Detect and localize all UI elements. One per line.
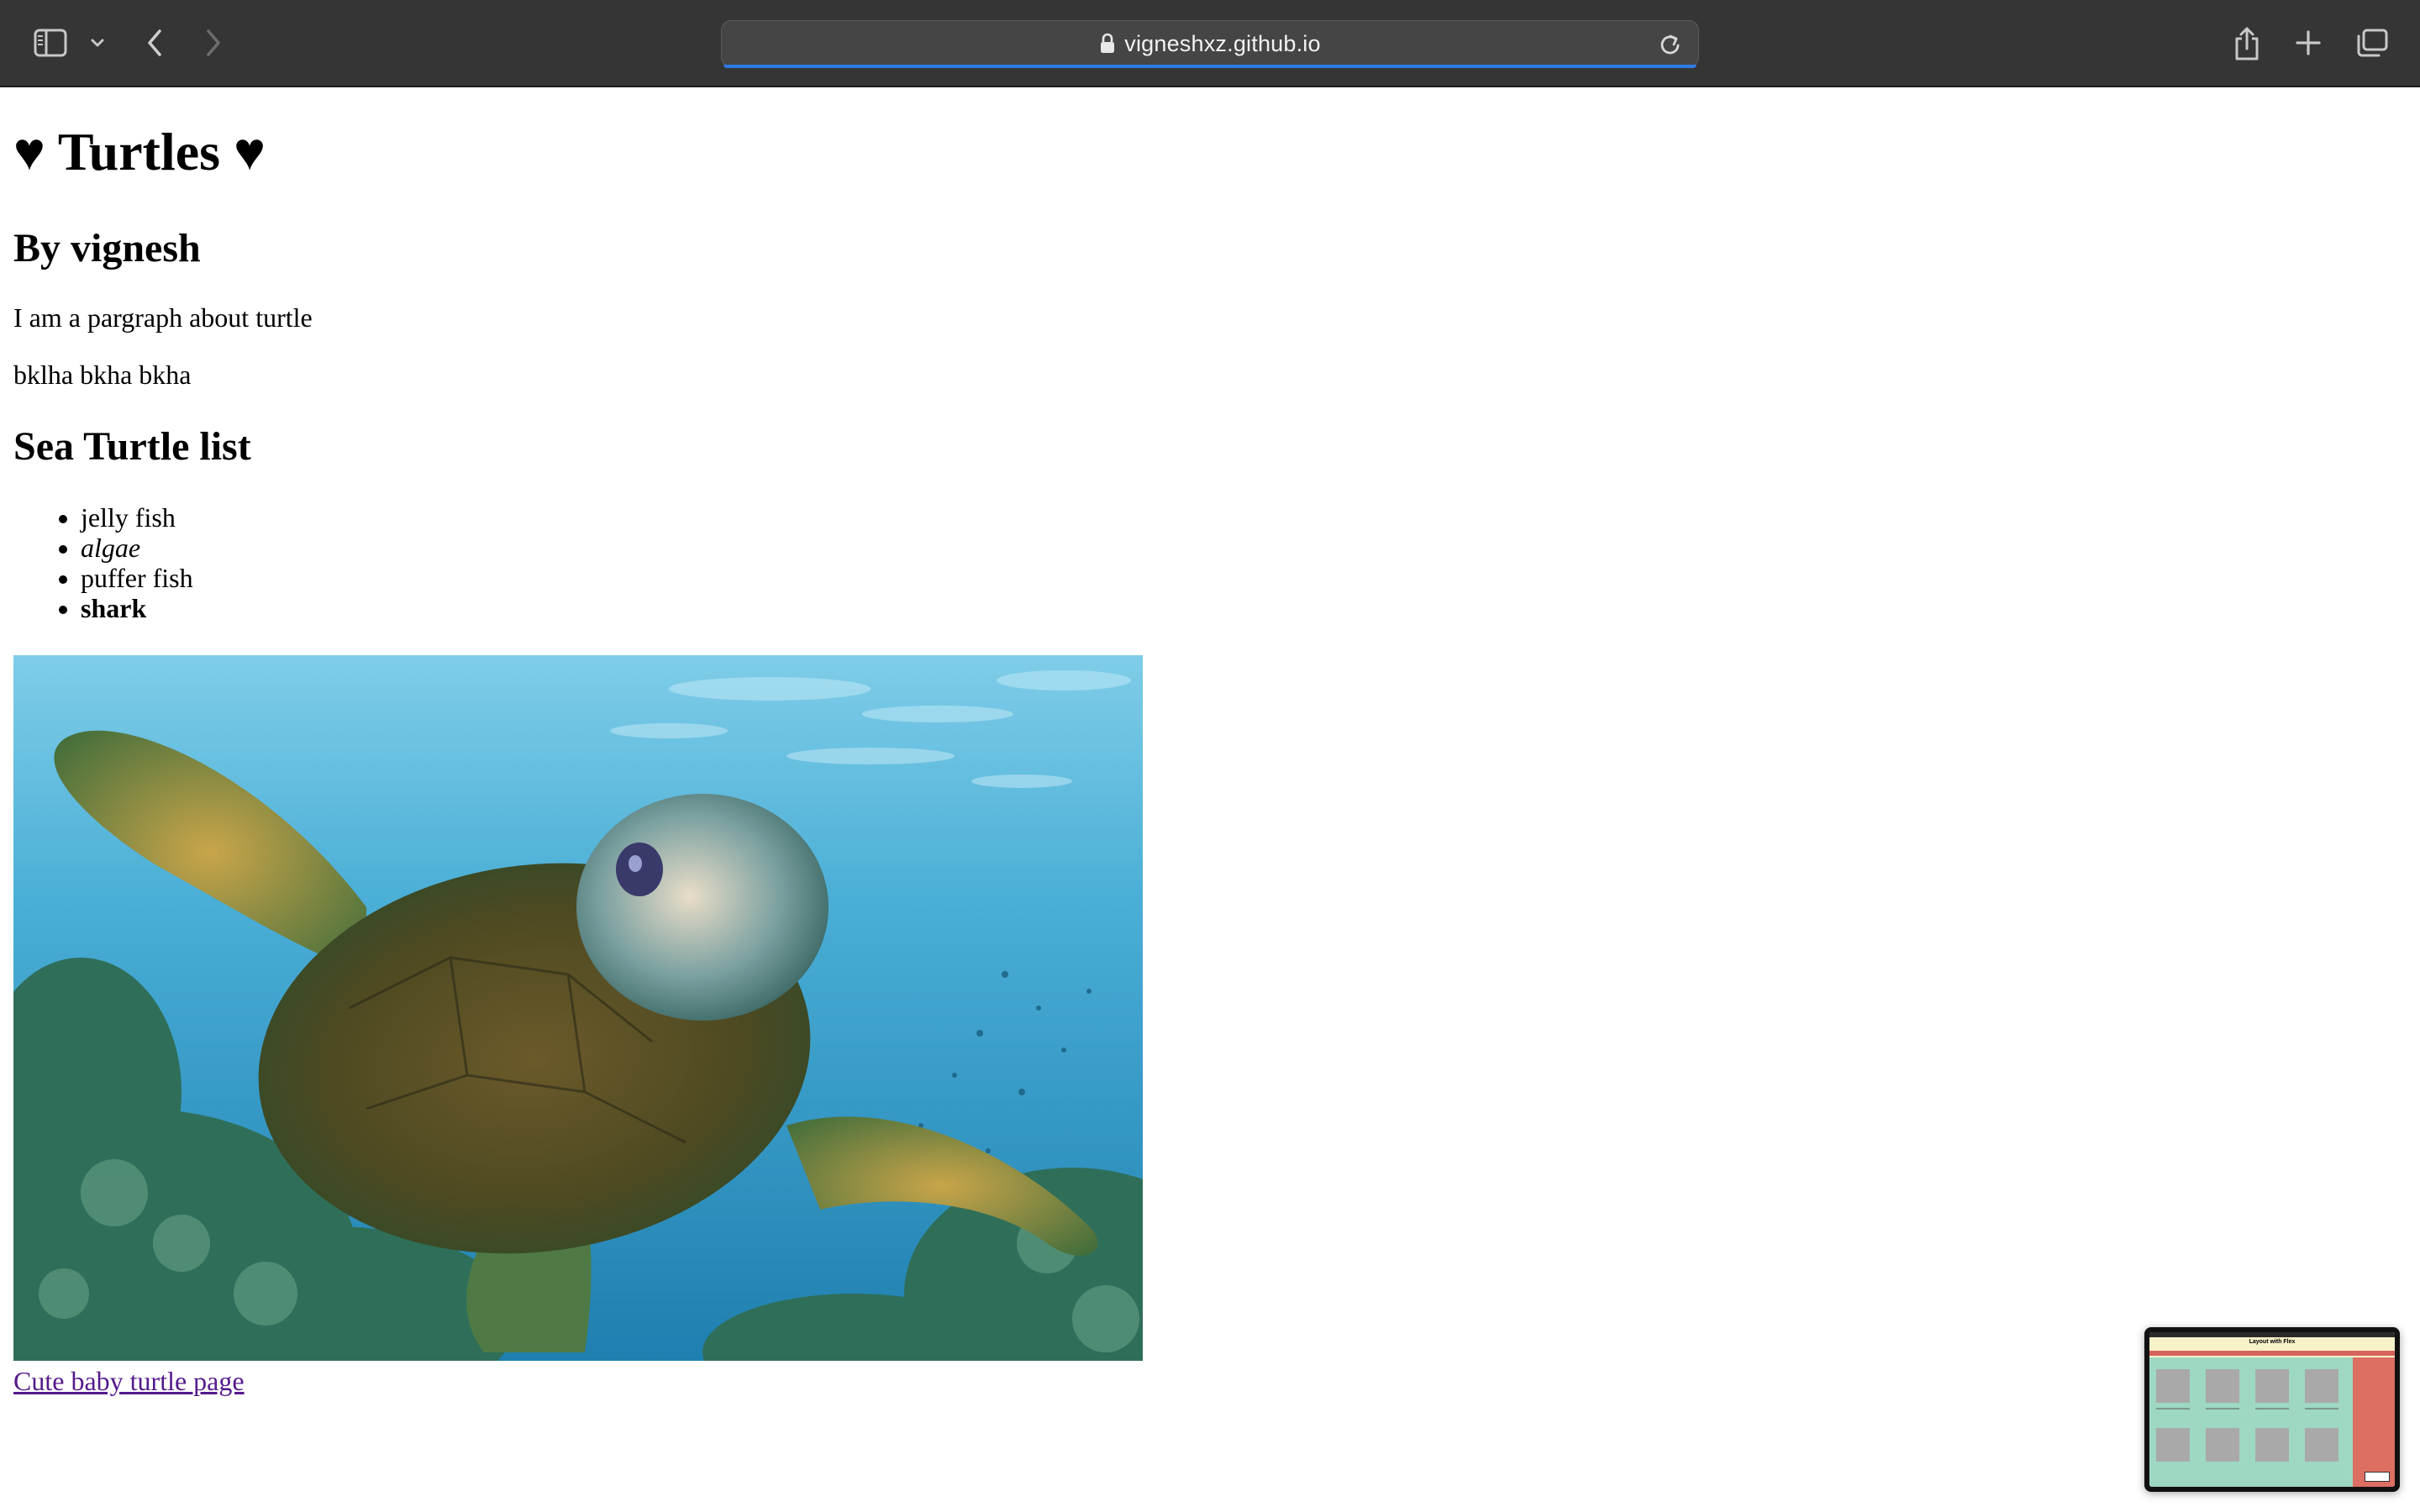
preview-card (2156, 1369, 2190, 1403)
list-item-text: algae (81, 533, 141, 563)
preview-title: Layout with Flex (2249, 1339, 2296, 1345)
chevron-right-icon[interactable] (198, 24, 229, 62)
paragraph-filler: bklha bkha bkha (13, 360, 192, 390)
url-text: vigneshxz.github.io (1124, 30, 1321, 56)
list-heading: Sea Turtle list (13, 424, 251, 469)
browser-toolbar: vigneshxz.github.io (0, 0, 2420, 87)
preview-button (2365, 1472, 2390, 1482)
baby-turtle-page-link[interactable]: Cute baby turtle page (13, 1366, 245, 1397)
chevron-down-icon[interactable] (87, 30, 108, 55)
lock-icon (1101, 33, 1115, 53)
reload-icon[interactable] (1658, 31, 1683, 58)
list-item-text: puffer fish (81, 563, 193, 593)
preview-card (2206, 1428, 2239, 1462)
list-item: shark (81, 593, 193, 623)
page-preview-thumbnail[interactable]: Layout with Flex (2144, 1327, 2400, 1492)
paragraph-about-turtle: I am a pargraph about turtle (13, 302, 313, 333)
sea-turtle-photo (13, 655, 1143, 1361)
plus-icon[interactable] (2291, 25, 2326, 60)
tabs-icon[interactable] (2353, 25, 2391, 60)
preview-caption (2206, 1408, 2239, 1410)
preview-card (2206, 1369, 2239, 1403)
preview-card (2305, 1369, 2338, 1403)
page-title: ♥ Turtles ♥ (13, 122, 266, 181)
preview-main (2149, 1357, 2353, 1487)
list-item: algae (81, 533, 193, 563)
share-icon[interactable] (2228, 24, 2265, 64)
preview-sidebar (2353, 1357, 2395, 1487)
byline-heading: By vignesh (13, 226, 201, 270)
sea-turtle-list: jelly fish algae puffer fish shark (81, 502, 193, 623)
preview-card (2255, 1428, 2289, 1462)
list-item-text: shark (81, 593, 147, 623)
preview-card (2156, 1428, 2190, 1462)
preview-caption (2255, 1408, 2289, 1410)
preview-caption (2305, 1408, 2338, 1410)
list-item-text: jelly fish (81, 502, 176, 533)
address-bar[interactable]: vigneshxz.github.io (721, 20, 1699, 68)
preview-caption (2156, 1408, 2190, 1410)
preview-card (2255, 1369, 2289, 1403)
list-item: puffer fish (81, 563, 193, 593)
preview-toolbar (2149, 1332, 2395, 1337)
chevron-left-icon[interactable] (139, 24, 170, 62)
preview-nav (2149, 1351, 2395, 1356)
list-item: jelly fish (81, 502, 193, 533)
sidebar-icon[interactable] (30, 25, 71, 60)
preview-card (2305, 1428, 2338, 1462)
